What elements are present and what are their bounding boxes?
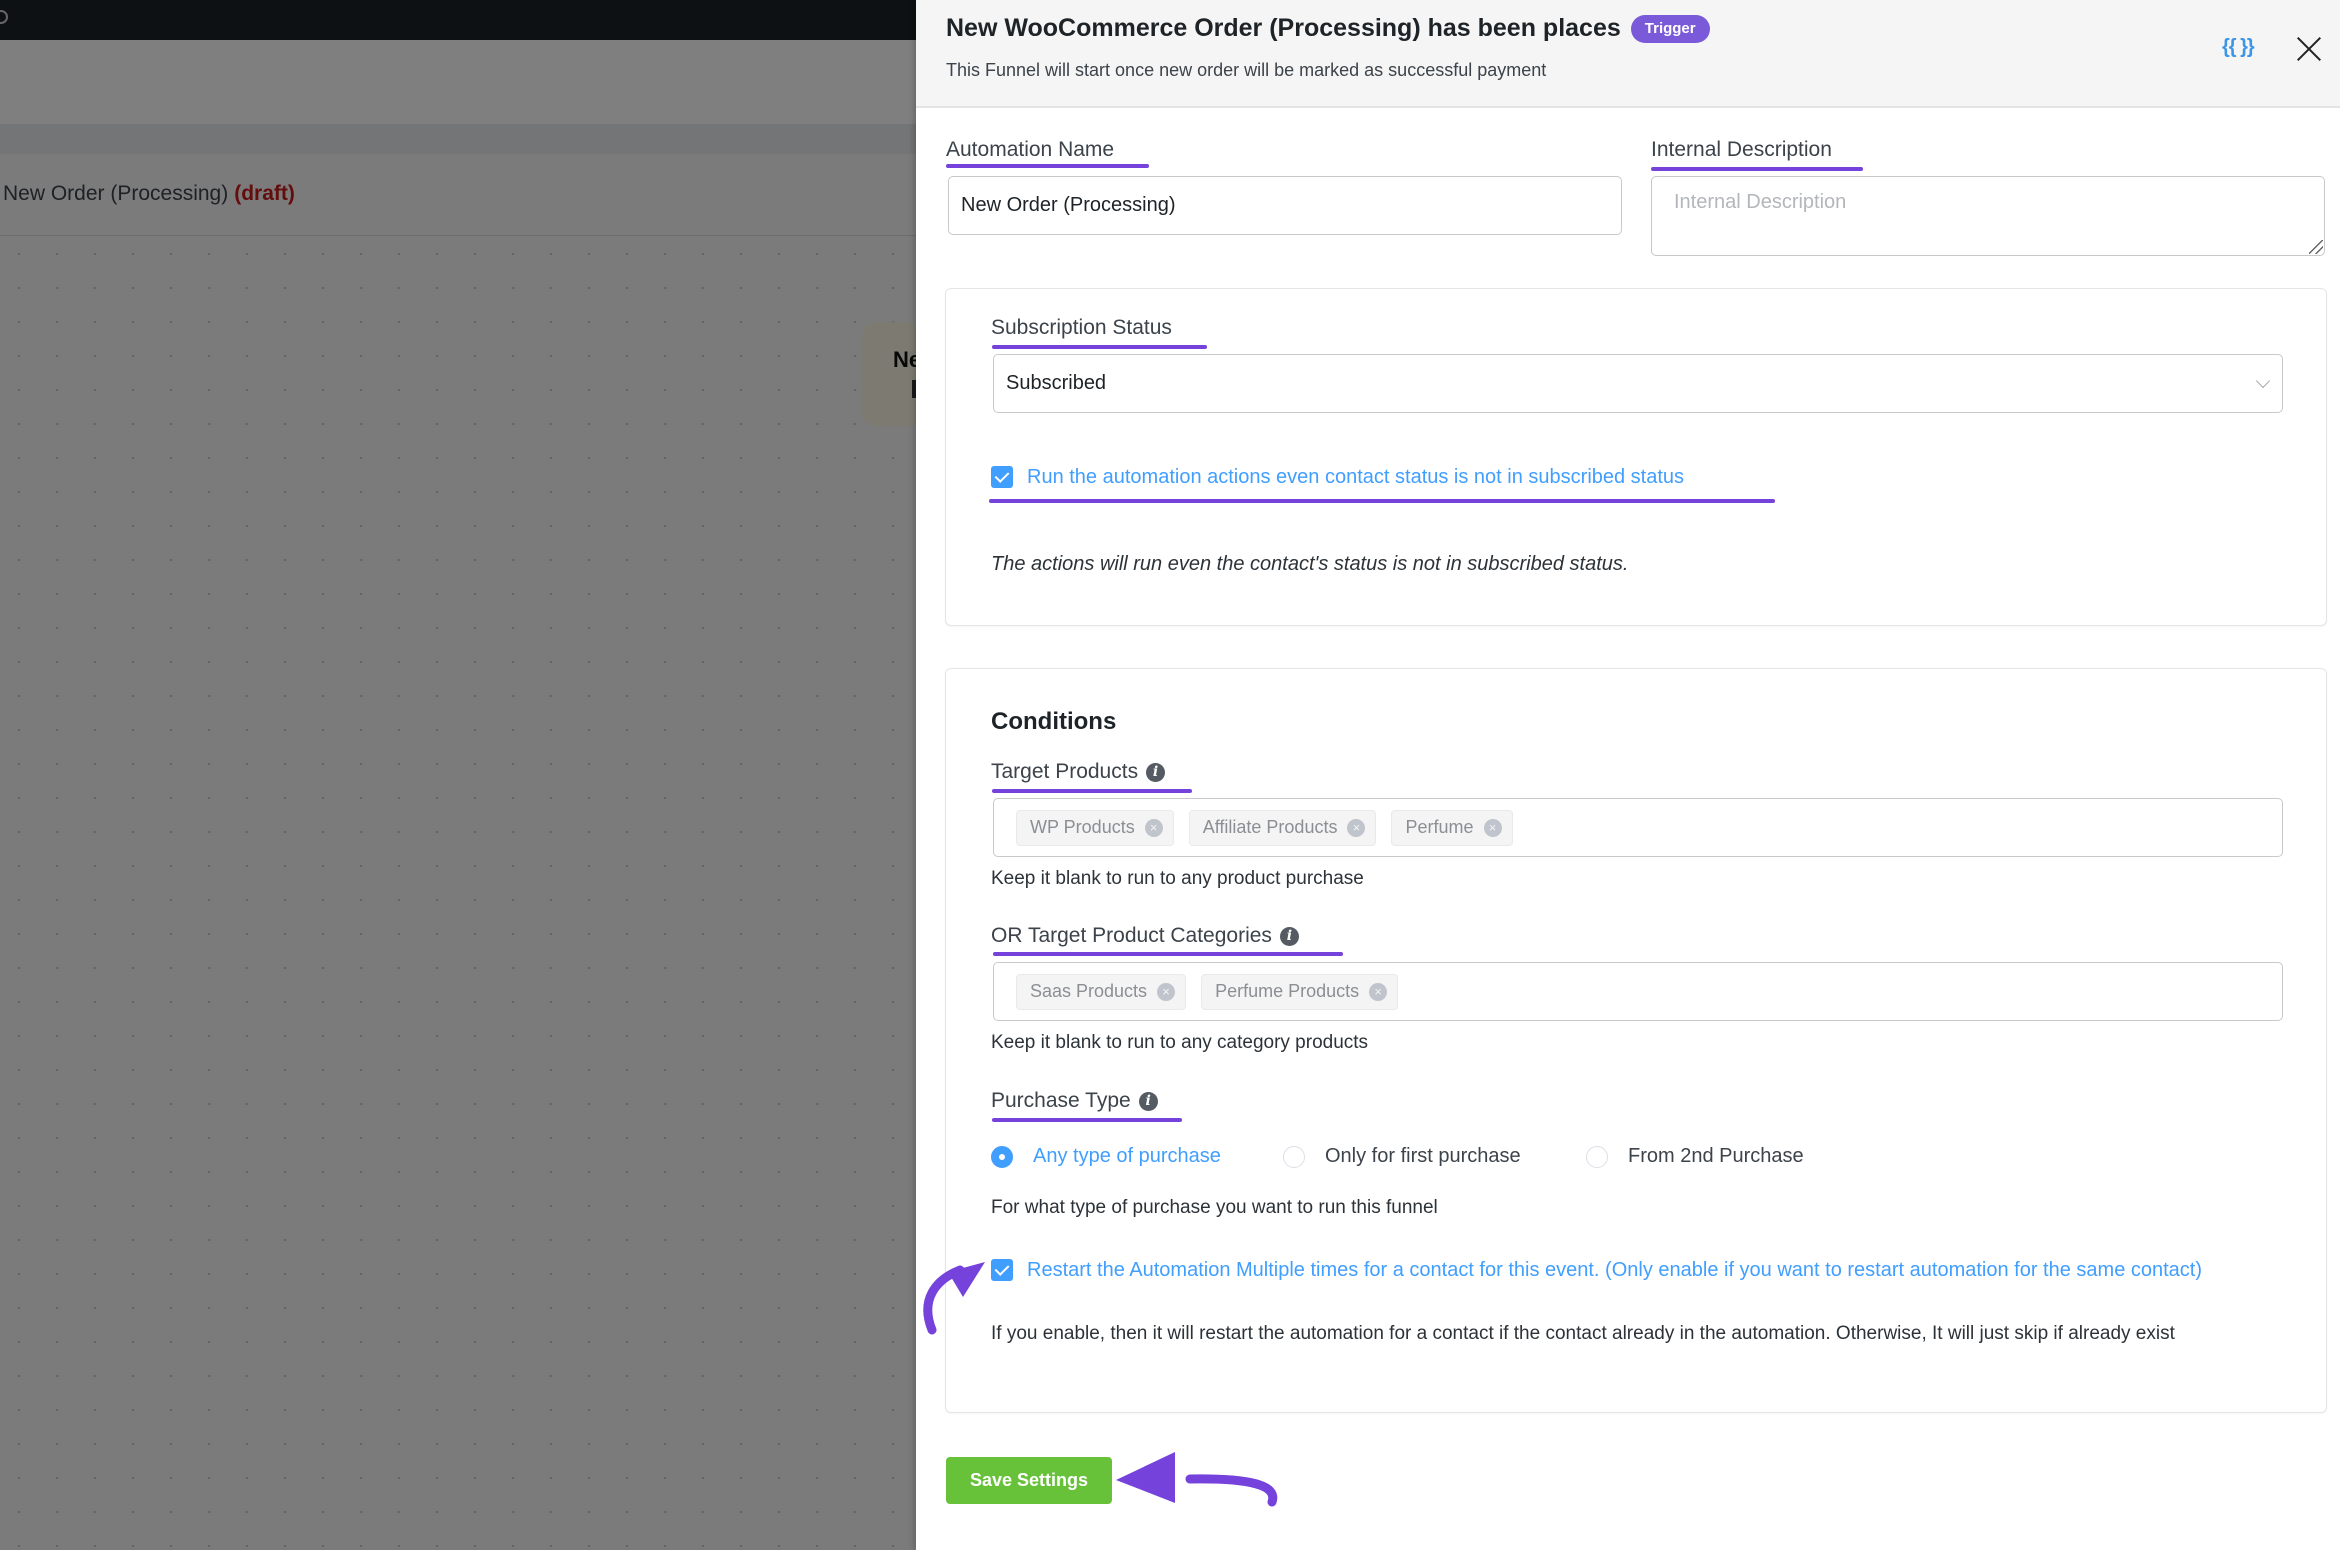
target-categories-label: OR Target Product Categories i — [991, 924, 1299, 948]
product-tag: Affiliate Products × — [1188, 809, 1377, 846]
subscription-status-select[interactable]: Subscribed — [993, 354, 2283, 413]
target-products-label-text: Target Products — [991, 760, 1139, 783]
smartcode-icon[interactable]: {{ }} — [2222, 36, 2255, 59]
target-products-hint: Keep it blank to run to any product purc… — [991, 868, 1364, 889]
automation-name-underline-annotation — [946, 164, 1149, 168]
target-categories-hint: Keep it blank to run to any category pro… — [991, 1032, 1369, 1053]
target-products-underline-annotation — [992, 789, 1192, 793]
close-icon[interactable] — [2296, 36, 2322, 62]
internal-description-textarea[interactable] — [1651, 176, 2325, 256]
tag-remove-icon[interactable]: × — [1483, 818, 1502, 837]
purchase-type-option-any[interactable]: Any type of purchase — [991, 1145, 1221, 1168]
run-anyway-underline-annotation — [989, 499, 1775, 503]
category-tag: Saas Products × — [1016, 973, 1187, 1010]
purchase-type-option-second[interactable]: From 2nd Purchase — [1586, 1145, 1804, 1168]
subscription-status-label: Subscription Status — [991, 316, 1172, 339]
automation-name-input[interactable] — [948, 176, 1622, 235]
chevron-down-icon — [2255, 373, 2271, 389]
radio-button[interactable] — [991, 1145, 1013, 1168]
tag-remove-icon[interactable]: × — [1144, 818, 1163, 837]
tag-remove-icon[interactable]: × — [1157, 982, 1176, 1001]
run-anyway-note: The actions will run even the contact's … — [991, 553, 1629, 575]
tag-label: Affiliate Products — [1202, 817, 1338, 837]
restart-automation-checkbox[interactable] — [991, 1259, 1013, 1281]
purchase-type-label: Purchase Type i — [991, 1089, 1158, 1113]
tag-label: WP Products — [1030, 817, 1135, 837]
trigger-settings-drawer: New WooCommerce Order (Processing) has b… — [916, 0, 2340, 1550]
purchase-type-option-first[interactable]: Only for first purchase — [1283, 1145, 1521, 1168]
category-tag: Perfume Products × — [1201, 973, 1399, 1010]
restart-automation-description: If you enable, then it will restart the … — [991, 1323, 2175, 1344]
tag-label: Saas Products — [1030, 981, 1148, 1001]
automation-name-label: Automation Name — [946, 138, 1115, 161]
tag-label: Perfume — [1405, 817, 1474, 837]
radio-button[interactable] — [1283, 1145, 1305, 1168]
product-tag: WP Products × — [1016, 809, 1174, 846]
restart-automation-label[interactable]: Restart the Automation Multiple times fo… — [1027, 1256, 2297, 1284]
purchase-type-hint: For what type of purchase you want to ru… — [991, 1197, 1438, 1218]
tag-remove-icon[interactable]: × — [1369, 982, 1388, 1001]
drawer-header: New WooCommerce Order (Processing) has b… — [916, 0, 2340, 108]
info-icon[interactable]: i — [1138, 1091, 1158, 1111]
radio-button[interactable] — [1586, 1145, 1608, 1168]
target-categories-label-text: OR Target Product Categories — [991, 924, 1272, 947]
purchase-type-underline-annotation — [992, 1118, 1182, 1122]
target-products-label: Target Products i — [991, 760, 1166, 784]
textarea-resize-handle[interactable] — [2309, 240, 2323, 254]
purchase-type-label-text: Purchase Type — [991, 1089, 1131, 1112]
tag-label: Perfume Products — [1215, 981, 1360, 1001]
trigger-badge: Trigger — [1630, 14, 1710, 43]
subscription-status-underline-annotation — [992, 345, 1207, 349]
internal-description-label: Internal Description — [1651, 138, 1832, 161]
product-tag: Perfume × — [1391, 809, 1513, 846]
target-categories-select[interactable]: Saas Products × Perfume Products × — [993, 962, 2283, 1021]
drawer-title-text: New WooCommerce Order (Processing) has b… — [946, 14, 1621, 42]
drawer-title: New WooCommerce Order (Processing) has b… — [946, 14, 1710, 43]
radio-label: Only for first purchase — [1325, 1145, 1521, 1167]
target-products-select[interactable]: WP Products × Affiliate Products × Perfume… — [993, 798, 2283, 857]
info-icon[interactable]: i — [1279, 926, 1299, 946]
radio-label: From 2nd Purchase — [1628, 1145, 1804, 1167]
run-anyway-checkbox[interactable] — [991, 466, 1013, 488]
run-anyway-label[interactable]: Run the automation actions even contact … — [1027, 463, 1684, 491]
subscription-status-value: Subscribed — [1006, 372, 1107, 394]
target-categories-underline-annotation — [993, 952, 1343, 956]
save-settings-button[interactable]: Save Settings — [946, 1457, 1112, 1504]
radio-label: Any type of purchase — [1033, 1145, 1221, 1167]
conditions-title: Conditions — [991, 708, 1117, 735]
info-icon[interactable]: i — [1146, 762, 1166, 782]
internal-description-underline-annotation — [1651, 167, 1863, 171]
drawer-subtitle: This Funnel will start once new order wi… — [946, 60, 1547, 80]
tag-remove-icon[interactable]: × — [1347, 818, 1366, 837]
